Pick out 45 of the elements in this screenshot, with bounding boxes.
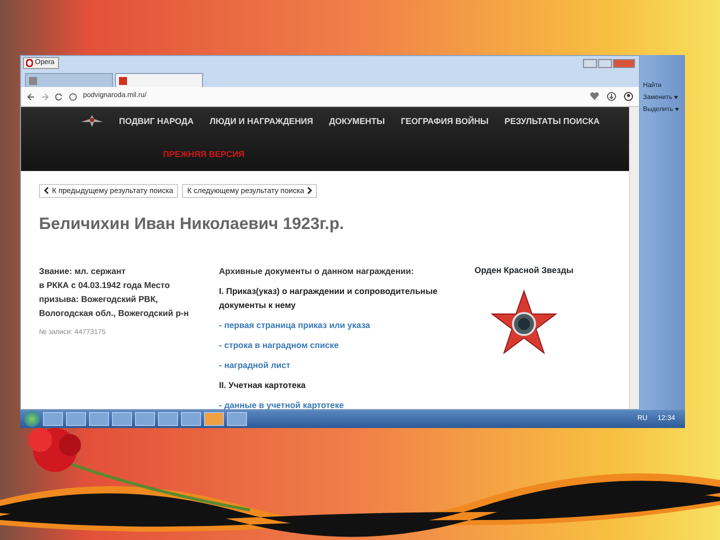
star-medal-drawing <box>491 289 557 355</box>
nav-link[interactable]: РЕЗУЛЬТАТЫ ПОИСКА <box>504 115 600 128</box>
caret-icon <box>675 108 679 111</box>
minimize-icon[interactable] <box>583 58 597 68</box>
document-link[interactable]: - строка в наградном списке <box>219 338 464 352</box>
reload-icon[interactable] <box>55 92 63 100</box>
taskbar-app-icon[interactable] <box>135 412 155 426</box>
person-detail: Звание: мл. сержант <box>39 265 127 278</box>
taskbar-app-icon[interactable] <box>158 412 178 426</box>
browser-tab[interactable] <box>25 73 113 87</box>
heart-icon[interactable] <box>590 92 599 100</box>
browser-tab[interactable] <box>115 73 203 87</box>
person-name-heading: Беличихин Иван Николаевич 1923г.р. <box>39 214 345 234</box>
download-icon[interactable] <box>607 92 616 101</box>
eagle-emblem-icon <box>81 115 103 128</box>
document-link[interactable]: - данные в учетной картотеке <box>219 398 464 412</box>
document-link[interactable]: - первая страница приказ или указа <box>219 318 464 332</box>
person-detail: в РККА с 04.03.1942 года Место призыва: Вожегодский РВК, Вологодская обл., Вожегодский р-н <box>39 279 190 320</box>
document-link[interactable]: - наградной лист <box>219 358 464 372</box>
taskbar-app-icon[interactable] <box>112 412 132 426</box>
section-title: II. Учетная картотека <box>219 379 307 392</box>
forward-icon[interactable] <box>41 92 49 100</box>
taskbar-app-icon[interactable] <box>204 412 224 426</box>
taskbar-app-icon[interactable] <box>181 412 201 426</box>
account-icon[interactable] <box>624 92 633 101</box>
taskbar-app-icon[interactable] <box>227 412 247 426</box>
documents-heading: Архивные документы о данном награждении: <box>219 265 415 278</box>
taskbar-app-icon[interactable] <box>66 412 86 426</box>
nav-link[interactable]: ПОДВИГ НАРОДА <box>119 115 194 128</box>
chevron-right-icon <box>307 187 312 194</box>
nav-link[interactable]: ГЕОГРАФИЯ ВОЙНЫ <box>400 115 489 128</box>
section-title: I. Приказ(указ) о награждении и сопроводительные документы к нему <box>219 285 438 312</box>
maximize-icon[interactable] <box>598 58 612 68</box>
close-icon[interactable] <box>613 58 635 68</box>
award-name: Орден Красной Звезды <box>473 264 574 277</box>
nav-link[interactable]: ДОКУМЕНТЫ <box>329 115 385 128</box>
back-icon[interactable] <box>27 92 35 100</box>
scrollbar[interactable] <box>629 107 639 409</box>
taskbar-app-icon[interactable] <box>89 412 109 426</box>
nav-link[interactable]: ЛЮДИ И НАГРАЖДЕНИЯ <box>210 115 314 128</box>
chevron-left-icon <box>44 187 49 194</box>
caret-icon <box>674 96 678 100</box>
opera-logo-icon <box>26 59 33 67</box>
taskbar-app-icon[interactable] <box>43 412 63 426</box>
start-button[interactable] <box>24 411 40 427</box>
